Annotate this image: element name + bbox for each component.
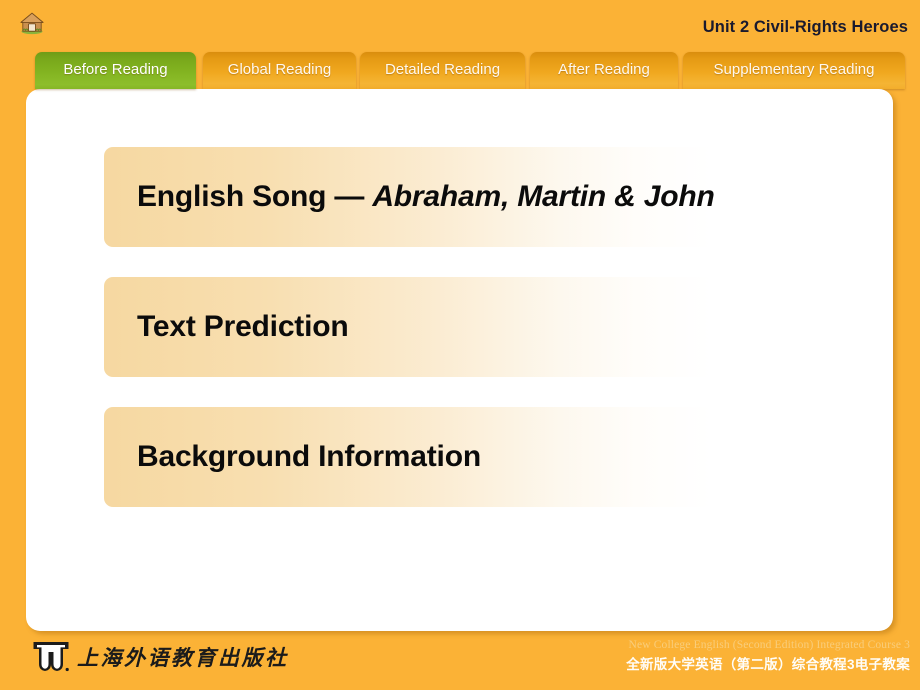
course-title-cn: 全新版大学英语（第二版）综合教程3电子教案 — [626, 657, 910, 672]
footer: 上海外语教育出版社 New College English (Second Ed… — [0, 631, 920, 690]
menu-list: English Song — Abraham, Martin & John Te… — [104, 147, 864, 537]
home-icon[interactable] — [19, 10, 45, 36]
tab-detailed-reading[interactable]: Detailed Reading — [360, 52, 525, 89]
top-bar: Unit 2 Civil-Rights Heroes — [0, 0, 920, 52]
menu-item-prefix: Text Prediction — [137, 310, 349, 343]
menu-item-prefix: Background Information — [137, 440, 481, 473]
menu-item-prefix: English Song — — [137, 180, 373, 213]
content-panel: English Song — Abraham, Martin & John Te… — [26, 89, 893, 631]
tab-after-reading[interactable]: After Reading — [530, 52, 678, 89]
course-title-en: New College English (Second Edition) Int… — [628, 639, 910, 651]
tab-before-reading[interactable]: Before Reading — [35, 52, 196, 89]
menu-item-label: Text Prediction — [104, 310, 349, 344]
menu-item-label: English Song — Abraham, Martin & John — [104, 180, 715, 214]
menu-item-emphasis: Abraham, Martin & John — [372, 180, 715, 213]
menu-item-text-prediction[interactable]: Text Prediction — [104, 277, 864, 377]
footer-course-info: New College English (Second Edition) Int… — [626, 639, 910, 673]
w-logo-icon — [33, 642, 69, 672]
tab-supplementary-reading[interactable]: Supplementary Reading — [683, 52, 905, 89]
menu-item-label: Background Information — [104, 440, 481, 474]
menu-item-english-song[interactable]: English Song — Abraham, Martin & John — [104, 147, 864, 247]
tab-bar: Before Reading Global Reading Detailed R… — [0, 52, 920, 90]
publisher-logo: 上海外语教育出版社 — [32, 640, 289, 673]
publisher-name: 上海外语教育出版社 — [77, 645, 289, 670]
tab-global-reading[interactable]: Global Reading — [203, 52, 356, 89]
page-title: Unit 2 Civil-Rights Heroes — [702, 18, 908, 36]
menu-item-background-information[interactable]: Background Information — [104, 407, 864, 507]
